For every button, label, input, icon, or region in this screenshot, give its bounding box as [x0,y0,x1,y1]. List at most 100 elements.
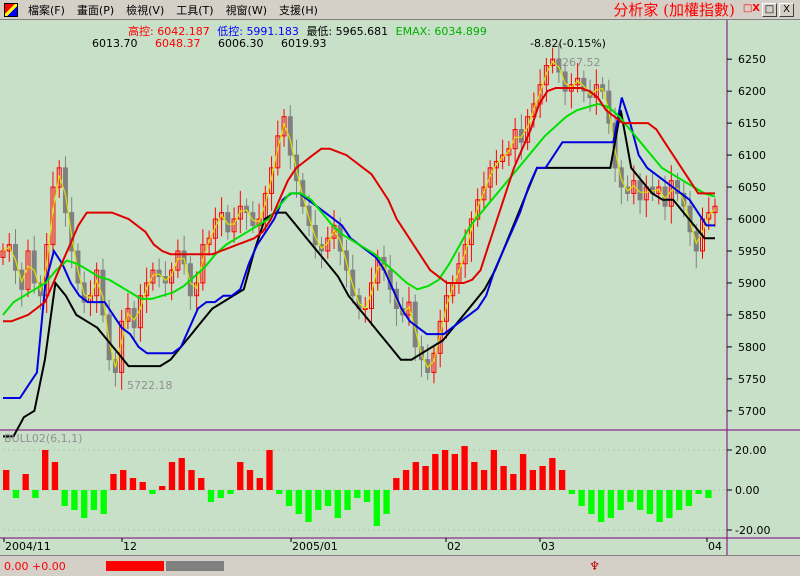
indicator-bar [207,490,215,502]
indicator-bar [558,470,566,490]
indicator-bar [422,466,429,490]
indicator-bar [22,474,29,490]
candle-body [106,314,112,361]
indicator-bar [363,490,371,502]
price-tick-label: 6150 [738,117,766,130]
price-tick-label: 6250 [738,53,766,66]
time-tick-label: 2005/01 [292,540,338,553]
progress-bar-gray [166,561,224,571]
indicator-bar [315,490,322,510]
menu-screen[interactable]: 畫面(P) [71,2,120,18]
menu-window[interactable]: 視窗(W) [220,2,273,18]
indicator-bar [344,490,351,510]
app-logo-icon [4,2,18,17]
menu-help[interactable]: 支援(H) [273,2,324,18]
network-icon: ♆ [589,559,600,573]
window-controls: □X □ X [743,2,794,17]
indicator-bar [42,450,49,490]
high-mark-label: 6267.52 [555,56,601,69]
indicator-bar [61,490,68,506]
menu-tools[interactable]: 工具(T) [170,2,219,18]
indicator-bar [266,450,273,490]
indicator-bar [81,490,88,518]
indicator-bar [402,470,410,490]
indicator-bar [597,490,605,522]
time-tick-label: 03 [541,540,555,553]
indicator-bar [295,490,302,514]
indicator-bar [412,462,419,490]
indicator-bar [393,478,400,490]
indicator-bar [519,454,527,490]
stock-chart[interactable]: 6250 6200 6150 6100 6050 6000 5950 5900 5850 5800… [0,20,800,555]
indicator-bar [168,462,176,490]
indicator-bar [305,490,312,522]
candle-body [350,269,356,297]
price-tick-label: 5950 [738,245,766,258]
indicator-bar [90,490,98,510]
indicator-bar [383,490,390,514]
indicator-bar [139,482,146,490]
close-price-value: 6019.93 [281,37,327,50]
indicator-bar [588,490,595,514]
indicator-bar [441,450,449,490]
indicator-bar [246,470,254,490]
close-button[interactable]: X [779,2,794,17]
price-tick-label: 6000 [738,213,766,226]
indicator-bar [490,450,498,490]
indicator-bar [100,490,107,514]
chart-area[interactable]: 6250 6200 6150 6100 6050 6000 5950 5900 5850 5800… [0,20,800,555]
indicator-bar [646,490,654,514]
green-line [2,102,716,316]
price-tick-label: 5900 [738,277,766,290]
indicator-tick-label: 20.00 [735,444,767,457]
indicator-bar [110,474,117,490]
time-tick-label: 2004/11 [5,540,51,553]
price-tick-label: 6100 [738,149,766,162]
indicator-bar [627,490,634,502]
indicator-bar [510,474,517,490]
indicator-bar [178,458,185,490]
indicator-bar [607,490,615,518]
change-value: -8.82(-0.15%) [530,37,606,50]
indicator-bar [32,490,39,498]
indicator-tick-label: -20.00 [735,524,770,537]
indicator-bar [705,490,712,498]
menu-view[interactable]: 檢視(V) [120,2,170,18]
time-tick-label: 12 [123,540,137,553]
time-tick-label: 02 [447,540,461,553]
indicator-bar [636,490,644,510]
app-title: 分析家 (加權指數) [613,1,735,19]
indicator-bar [529,470,537,490]
indicator-bar [578,490,585,506]
indicator-bar [675,490,683,510]
indicator-bar [324,490,332,506]
restore-button[interactable]: □ [762,2,777,17]
indicator-bar [480,470,488,490]
ohlc-info-bar: 6013.70 6048.37 6006.30 6019.93 -8.82(-0… [92,37,606,50]
indicator-bar [471,462,478,490]
indicator-bar [656,490,663,522]
open-value: 6013.70 [92,37,138,50]
low-mark-label: 5722.18 [127,379,173,392]
indicator-bar [695,490,702,494]
progress-bar-red [106,561,164,571]
time-tick-label: 04 [708,540,722,553]
mdi-window-buttons[interactable]: □X [743,3,760,17]
indicator-bar [12,490,20,498]
high-price-value: 6048.37 [155,37,201,50]
indicator-bar [120,470,127,490]
black-line [3,110,715,438]
price-tick-label: 6050 [738,181,766,194]
indicator-bar [217,490,224,498]
indicator-bar [149,490,156,494]
indicator-bar [549,458,556,490]
indicator-bar [334,490,341,518]
indicator-bar [451,454,458,490]
indicator-bar [285,490,293,506]
indicator-label: BULL02(6,1,1) [4,432,83,445]
indicator-bar [188,470,195,490]
low-price-value: 6006.30 [218,37,264,50]
menu-file[interactable]: 檔案(F) [22,2,71,18]
indicator-bar [129,478,137,490]
indicator-bar [461,446,468,490]
